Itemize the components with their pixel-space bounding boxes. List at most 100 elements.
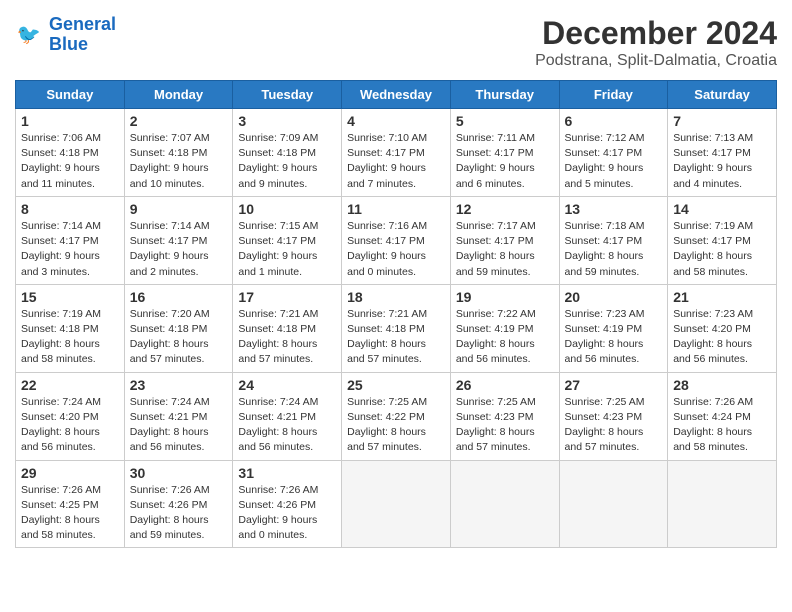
day-info: Sunrise: 7:25 AMSunset: 4:23 PMDaylight:… — [456, 396, 536, 454]
month-title: December 2024 — [535, 15, 777, 52]
day-number: 4 — [347, 113, 445, 129]
table-row: 19 Sunrise: 7:22 AMSunset: 4:19 PMDaylig… — [450, 284, 559, 372]
day-info: Sunrise: 7:21 AMSunset: 4:18 PMDaylight:… — [347, 308, 427, 366]
day-number: 13 — [565, 201, 663, 217]
day-number: 23 — [130, 377, 228, 393]
day-number: 31 — [238, 465, 336, 481]
day-info: Sunrise: 7:26 AMSunset: 4:25 PMDaylight:… — [21, 484, 101, 542]
table-row: 7 Sunrise: 7:13 AMSunset: 4:17 PMDayligh… — [668, 109, 777, 197]
day-number: 1 — [21, 113, 119, 129]
table-row: 13 Sunrise: 7:18 AMSunset: 4:17 PMDaylig… — [559, 196, 668, 284]
day-info: Sunrise: 7:26 AMSunset: 4:26 PMDaylight:… — [130, 484, 210, 542]
day-info: Sunrise: 7:25 AMSunset: 4:23 PMDaylight:… — [565, 396, 645, 454]
day-info: Sunrise: 7:25 AMSunset: 4:22 PMDaylight:… — [347, 396, 427, 454]
table-row: 15 Sunrise: 7:19 AMSunset: 4:18 PMDaylig… — [16, 284, 125, 372]
logo-general: General — [49, 14, 116, 34]
day-number: 16 — [130, 289, 228, 305]
day-info: Sunrise: 7:23 AMSunset: 4:20 PMDaylight:… — [673, 308, 753, 366]
day-info: Sunrise: 7:19 AMSunset: 4:17 PMDaylight:… — [673, 220, 753, 278]
empty-cell — [450, 460, 559, 548]
day-number: 25 — [347, 377, 445, 393]
day-number: 5 — [456, 113, 554, 129]
logo-blue: Blue — [49, 34, 88, 54]
table-row: 23 Sunrise: 7:24 AMSunset: 4:21 PMDaylig… — [124, 372, 233, 460]
table-row: 27 Sunrise: 7:25 AMSunset: 4:23 PMDaylig… — [559, 372, 668, 460]
day-number: 18 — [347, 289, 445, 305]
day-info: Sunrise: 7:16 AMSunset: 4:17 PMDaylight:… — [347, 220, 427, 278]
calendar-week-1: 1 Sunrise: 7:06 AMSunset: 4:18 PMDayligh… — [16, 109, 777, 197]
table-row: 6 Sunrise: 7:12 AMSunset: 4:17 PMDayligh… — [559, 109, 668, 197]
day-number: 26 — [456, 377, 554, 393]
day-info: Sunrise: 7:21 AMSunset: 4:18 PMDaylight:… — [238, 308, 318, 366]
table-row: 20 Sunrise: 7:23 AMSunset: 4:19 PMDaylig… — [559, 284, 668, 372]
empty-cell — [342, 460, 451, 548]
table-row: 2 Sunrise: 7:07 AMSunset: 4:18 PMDayligh… — [124, 109, 233, 197]
table-row: 9 Sunrise: 7:14 AMSunset: 4:17 PMDayligh… — [124, 196, 233, 284]
header-tuesday: Tuesday — [233, 81, 342, 109]
day-number: 19 — [456, 289, 554, 305]
day-number: 27 — [565, 377, 663, 393]
logo: 🐦 General Blue — [15, 15, 116, 55]
day-number: 9 — [130, 201, 228, 217]
calendar-week-4: 22 Sunrise: 7:24 AMSunset: 4:20 PMDaylig… — [16, 372, 777, 460]
day-number: 12 — [456, 201, 554, 217]
day-info: Sunrise: 7:14 AMSunset: 4:17 PMDaylight:… — [130, 220, 210, 278]
day-info: Sunrise: 7:24 AMSunset: 4:20 PMDaylight:… — [21, 396, 101, 454]
day-number: 21 — [673, 289, 771, 305]
day-info: Sunrise: 7:13 AMSunset: 4:17 PMDaylight:… — [673, 132, 753, 190]
table-row: 3 Sunrise: 7:09 AMSunset: 4:18 PMDayligh… — [233, 109, 342, 197]
day-info: Sunrise: 7:06 AMSunset: 4:18 PMDaylight:… — [21, 132, 101, 190]
day-number: 7 — [673, 113, 771, 129]
table-row: 29 Sunrise: 7:26 AMSunset: 4:25 PMDaylig… — [16, 460, 125, 548]
day-number: 24 — [238, 377, 336, 393]
calendar-header: Sunday Monday Tuesday Wednesday Thursday… — [16, 81, 777, 109]
day-number: 20 — [565, 289, 663, 305]
table-row: 10 Sunrise: 7:15 AMSunset: 4:17 PMDaylig… — [233, 196, 342, 284]
calendar-week-2: 8 Sunrise: 7:14 AMSunset: 4:17 PMDayligh… — [16, 196, 777, 284]
header-wednesday: Wednesday — [342, 81, 451, 109]
day-number: 10 — [238, 201, 336, 217]
header-saturday: Saturday — [668, 81, 777, 109]
day-info: Sunrise: 7:19 AMSunset: 4:18 PMDaylight:… — [21, 308, 101, 366]
day-info: Sunrise: 7:20 AMSunset: 4:18 PMDaylight:… — [130, 308, 210, 366]
day-number: 29 — [21, 465, 119, 481]
empty-cell — [559, 460, 668, 548]
calendar-week-5: 29 Sunrise: 7:26 AMSunset: 4:25 PMDaylig… — [16, 460, 777, 548]
table-row: 26 Sunrise: 7:25 AMSunset: 4:23 PMDaylig… — [450, 372, 559, 460]
day-info: Sunrise: 7:26 AMSunset: 4:26 PMDaylight:… — [238, 484, 318, 542]
location-title: Podstrana, Split-Dalmatia, Croatia — [535, 52, 777, 70]
table-row: 12 Sunrise: 7:17 AMSunset: 4:17 PMDaylig… — [450, 196, 559, 284]
table-row: 24 Sunrise: 7:24 AMSunset: 4:21 PMDaylig… — [233, 372, 342, 460]
header-thursday: Thursday — [450, 81, 559, 109]
table-row: 16 Sunrise: 7:20 AMSunset: 4:18 PMDaylig… — [124, 284, 233, 372]
calendar-table: Sunday Monday Tuesday Wednesday Thursday… — [15, 80, 777, 548]
day-info: Sunrise: 7:23 AMSunset: 4:19 PMDaylight:… — [565, 308, 645, 366]
table-row: 18 Sunrise: 7:21 AMSunset: 4:18 PMDaylig… — [342, 284, 451, 372]
table-row: 21 Sunrise: 7:23 AMSunset: 4:20 PMDaylig… — [668, 284, 777, 372]
table-row: 14 Sunrise: 7:19 AMSunset: 4:17 PMDaylig… — [668, 196, 777, 284]
day-info: Sunrise: 7:26 AMSunset: 4:24 PMDaylight:… — [673, 396, 753, 454]
header-friday: Friday — [559, 81, 668, 109]
table-row: 4 Sunrise: 7:10 AMSunset: 4:17 PMDayligh… — [342, 109, 451, 197]
day-info: Sunrise: 7:11 AMSunset: 4:17 PMDaylight:… — [456, 132, 535, 190]
page-header: 🐦 General Blue December 2024 Podstrana, … — [15, 15, 777, 70]
day-info: Sunrise: 7:22 AMSunset: 4:19 PMDaylight:… — [456, 308, 536, 366]
day-number: 28 — [673, 377, 771, 393]
day-number: 8 — [21, 201, 119, 217]
table-row: 30 Sunrise: 7:26 AMSunset: 4:26 PMDaylig… — [124, 460, 233, 548]
day-number: 14 — [673, 201, 771, 217]
day-info: Sunrise: 7:15 AMSunset: 4:17 PMDaylight:… — [238, 220, 318, 278]
calendar-body: 1 Sunrise: 7:06 AMSunset: 4:18 PMDayligh… — [16, 109, 777, 548]
day-info: Sunrise: 7:12 AMSunset: 4:17 PMDaylight:… — [565, 132, 645, 190]
day-number: 11 — [347, 201, 445, 217]
svg-text:🐦: 🐦 — [17, 24, 41, 46]
day-number: 3 — [238, 113, 336, 129]
day-info: Sunrise: 7:18 AMSunset: 4:17 PMDaylight:… — [565, 220, 645, 278]
header-sunday: Sunday — [16, 81, 125, 109]
day-number: 22 — [21, 377, 119, 393]
day-number: 6 — [565, 113, 663, 129]
day-number: 15 — [21, 289, 119, 305]
empty-cell — [668, 460, 777, 548]
table-row: 8 Sunrise: 7:14 AMSunset: 4:17 PMDayligh… — [16, 196, 125, 284]
calendar-week-3: 15 Sunrise: 7:19 AMSunset: 4:18 PMDaylig… — [16, 284, 777, 372]
